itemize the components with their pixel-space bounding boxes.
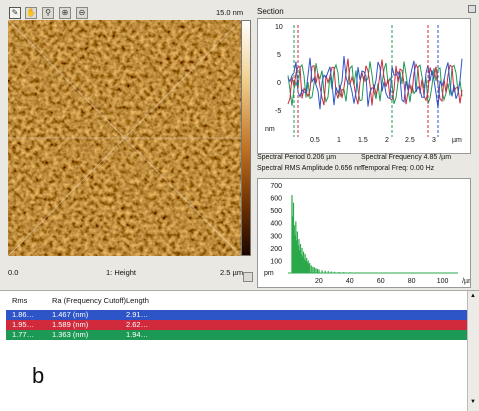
axis-end-label: 2.5 µm xyxy=(220,268,244,277)
profile-y-tick: 0 xyxy=(277,80,281,87)
spectrum-y-tick: 300 xyxy=(270,233,282,240)
section-title: Section xyxy=(257,7,284,16)
col-length-header[interactable]: Length xyxy=(126,296,149,305)
spectrum-y-tick: 400 xyxy=(270,221,282,228)
rms-cell: 1.77… xyxy=(12,330,35,339)
axis-start-label: 0.0 xyxy=(8,268,19,277)
spectrum-y-tick: 600 xyxy=(270,196,282,203)
rms-cell: 1.95… xyxy=(12,320,35,329)
profile-x-tick: 2 xyxy=(385,137,389,144)
profile-plot xyxy=(257,18,471,154)
spectrum-x-tick: 20 xyxy=(315,278,323,285)
spectrum-x-tick: 80 xyxy=(408,278,416,285)
pencil-icon[interactable]: ✎ xyxy=(9,7,21,19)
ra-cell: 1.363 (nm) xyxy=(52,330,89,339)
scale-max-label: 15.0 nm xyxy=(216,8,244,17)
profile-x-tick: 1 xyxy=(337,137,341,144)
spectrum-y-tick: 200 xyxy=(270,246,282,253)
ra-cell: 1.467 (nm) xyxy=(52,310,89,319)
col-ra-header[interactable]: Ra (Frequency Cutoff) xyxy=(52,296,126,305)
length-cell: 2.91… xyxy=(126,310,149,319)
spectral-rms-amplitude: Spectral RMS Amplitude 0.656 nm xyxy=(257,165,364,172)
profile-x-tick: 0.5 xyxy=(310,137,320,144)
section-minimize-button[interactable] xyxy=(468,5,476,13)
profile-y-tick: -5 xyxy=(275,108,282,115)
panel-label: b xyxy=(32,363,45,388)
col-rms-header[interactable]: Rms xyxy=(12,296,27,305)
spectrum-y-tick: 700 xyxy=(270,183,282,190)
color-scale-bar xyxy=(241,20,251,256)
spectrum-bar xyxy=(313,267,315,273)
vertical-scrollbar[interactable]: ▲ ▼ xyxy=(467,291,479,411)
profile-x-tick: 2.5 xyxy=(405,137,415,144)
height-image[interactable] xyxy=(8,20,241,256)
hand-icon[interactable]: ✋ xyxy=(25,7,37,19)
spectrum-x-tick: 60 xyxy=(377,278,385,285)
spectral-period: Spectral Period 0.206 µm xyxy=(257,154,337,161)
profile-x-unit: µm xyxy=(452,137,462,144)
results-panel: Rms Ra (Frequency Cutoff) Length 1.86… 1… xyxy=(0,290,479,411)
scroll-up-icon[interactable]: ▲ xyxy=(470,293,476,299)
profile-plot-svg xyxy=(287,25,463,137)
table-row[interactable]: 1.95… 1.589 (nm) 2.62… xyxy=(6,320,469,330)
spectral-frequency: Spectral Frequency 4.85 /µm xyxy=(361,154,452,161)
rms-cell: 1.86… xyxy=(12,310,35,319)
spectrum-bar xyxy=(309,262,311,273)
profile-x-tick: 1.5 xyxy=(358,137,368,144)
spectrum-x-tick: 100 xyxy=(437,278,449,285)
profile-y-unit: nm xyxy=(265,126,275,133)
table-row[interactable]: 1.77… 1.363 (nm) 1.94… xyxy=(6,330,469,340)
temporal-freq: Temporal Freq: 0.00 Hz xyxy=(361,165,435,172)
length-cell: 2.62… xyxy=(126,320,149,329)
section-panel: Section 10 5 0 -5 nm 0.5 1 1.5 2 2.5 3 µ… xyxy=(255,4,476,290)
spectrum-bar xyxy=(316,268,319,273)
ra-cell: 1.589 (nm) xyxy=(52,320,89,329)
spectrum-bar xyxy=(318,269,320,273)
spectrum-y-tick: 100 xyxy=(270,258,282,265)
table-row[interactable]: 1.86… 1.467 (nm) 2.91… xyxy=(6,310,469,320)
zoom-in-icon[interactable]: ⊕ xyxy=(59,7,71,19)
spectrum-bar xyxy=(315,268,317,273)
spectrum-bar xyxy=(310,265,312,273)
spectrum-y-tick: 500 xyxy=(270,208,282,215)
spectrum-x-tick: 40 xyxy=(346,278,354,285)
spectrum-plot-svg: 700 600 500 400 300 200 100 20 40 60 80 100 pm/µm xyxy=(264,183,474,285)
spectrum-x-unit: /µm xyxy=(462,278,470,285)
resize-handle[interactable] xyxy=(243,272,253,282)
zoom-out-icon[interactable]: ⊖ xyxy=(76,7,88,19)
image-panel: 15.0 nm 0.0 1: Height 2.5 µm xyxy=(6,8,253,284)
profile-y-tick: 10 xyxy=(275,24,283,31)
length-cell: 1.94… xyxy=(126,330,149,339)
zoom-icon[interactable]: ⚲ xyxy=(42,7,54,19)
table-header: Rms Ra (Frequency Cutoff) Length xyxy=(6,296,469,306)
spectrum-plot: 700 600 500 400 300 200 100 20 40 60 80 100 pm/µm xyxy=(257,178,474,288)
image-channel-label: 1: Height xyxy=(106,268,137,277)
scroll-down-icon[interactable]: ▼ xyxy=(470,399,476,405)
profile-y-tick: 5 xyxy=(277,52,281,59)
spectrum-bar xyxy=(312,266,314,273)
spectrum-y-unit: pm xyxy=(264,270,274,277)
profile-x-tick: 3 xyxy=(432,137,436,144)
